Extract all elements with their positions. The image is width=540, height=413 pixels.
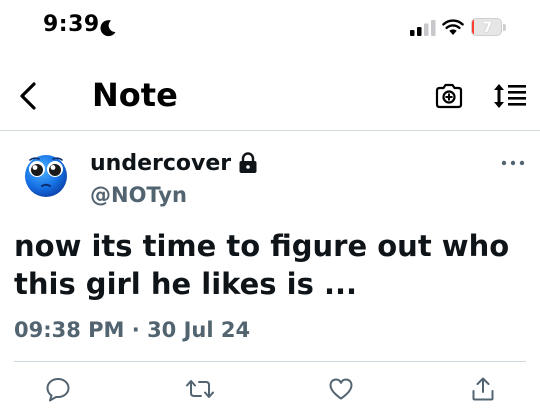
battery-icon: 7 xyxy=(471,18,507,37)
status-time: 9:39 xyxy=(43,12,100,37)
action-bar xyxy=(0,372,540,410)
battery-body: 7 xyxy=(471,18,502,36)
camera-icon[interactable] xyxy=(434,81,464,111)
back-chevron-icon[interactable] xyxy=(14,80,44,112)
post-timestamp[interactable]: 09:38 PM · 30 Jul 24 xyxy=(14,318,250,342)
moon-icon xyxy=(100,20,116,37)
status-bar: 9:39 7 xyxy=(0,0,540,62)
display-name[interactable]: undercover xyxy=(90,151,231,176)
page-title: Note xyxy=(92,76,178,114)
more-options-icon[interactable] xyxy=(500,158,526,168)
cellular-signal-icon xyxy=(410,20,436,36)
header: Note xyxy=(0,62,540,131)
reply-icon[interactable] xyxy=(45,376,71,402)
post-text: now its time to figure out who this girl… xyxy=(14,229,510,301)
battery-level: 7 xyxy=(482,20,493,36)
battery-nub xyxy=(503,24,506,31)
post-time: 09:38 PM xyxy=(14,318,125,342)
post-date: 30 Jul 24 xyxy=(147,318,251,342)
lock-icon xyxy=(239,152,257,173)
display-name-row[interactable]: undercover xyxy=(90,148,259,178)
avatar-emoji-icon[interactable] xyxy=(22,150,70,198)
wifi-icon xyxy=(442,19,464,35)
sort-order-icon[interactable] xyxy=(493,81,527,111)
divider xyxy=(14,361,526,362)
repost-icon[interactable] xyxy=(186,376,214,402)
share-icon[interactable] xyxy=(470,376,496,402)
post-meta-separator: · xyxy=(131,318,140,342)
username[interactable]: @NOTyn xyxy=(90,183,187,207)
like-icon[interactable] xyxy=(328,376,354,402)
